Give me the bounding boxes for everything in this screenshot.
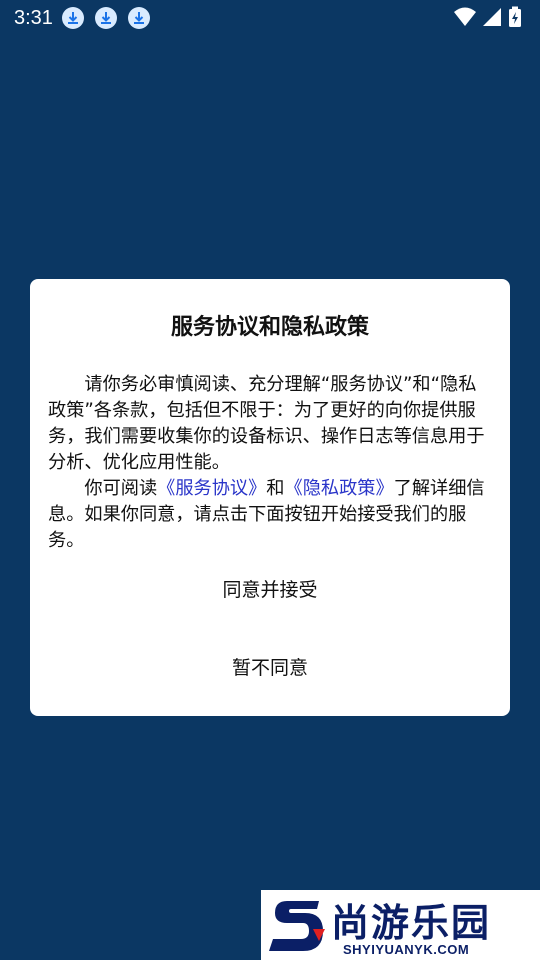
status-time: 3:31 [14,7,53,29]
watermark-brand-name: 尚游乐园 [331,901,492,945]
wifi-icon [454,7,476,31]
dialog-body: 请你务必审慎阅读、充分理解“服务协议”和“隐私政策”各条款，包括但不限于：为了更… [48,372,492,554]
privacy-agreement-dialog: 服务协议和隐私政策 请你务必审慎阅读、充分理解“服务协议”和“隐私政策”各条款，… [30,279,510,716]
download-icon [95,7,117,29]
read-prefix-text: 你可阅读 [84,478,158,499]
decline-button[interactable]: 暂不同意 [30,653,510,680]
and-text: 和 [266,478,285,499]
agree-accept-button[interactable]: 同意并接受 [30,575,510,602]
download-icon [62,7,84,29]
battery-charging-icon [508,6,522,32]
status-bar: 3:31 [0,0,540,36]
signal-icon [482,7,502,31]
watermark-domain: SHYIYUANYK.COM [343,942,470,957]
agreement-paragraph: 请你务必审慎阅读、充分理解“服务协议”和“隐私政策”各条款，包括但不限于：为了更… [48,374,485,473]
download-icon [128,7,150,29]
watermark-logo-icon [269,901,325,951]
dialog-title: 服务协议和隐私政策 [170,315,369,340]
watermark: 尚游乐园 SHYIYUANYK.COM [261,890,540,960]
agreement-links-paragraph: 你可阅读《服务协议》和《隐私政策》了解详细信息。如果你同意，请点击下面按钮开始接… [48,476,492,554]
privacy-policy-link[interactable]: 《隐私政策》 [285,478,394,499]
service-agreement-link[interactable]: 《服务协议》 [157,478,266,499]
